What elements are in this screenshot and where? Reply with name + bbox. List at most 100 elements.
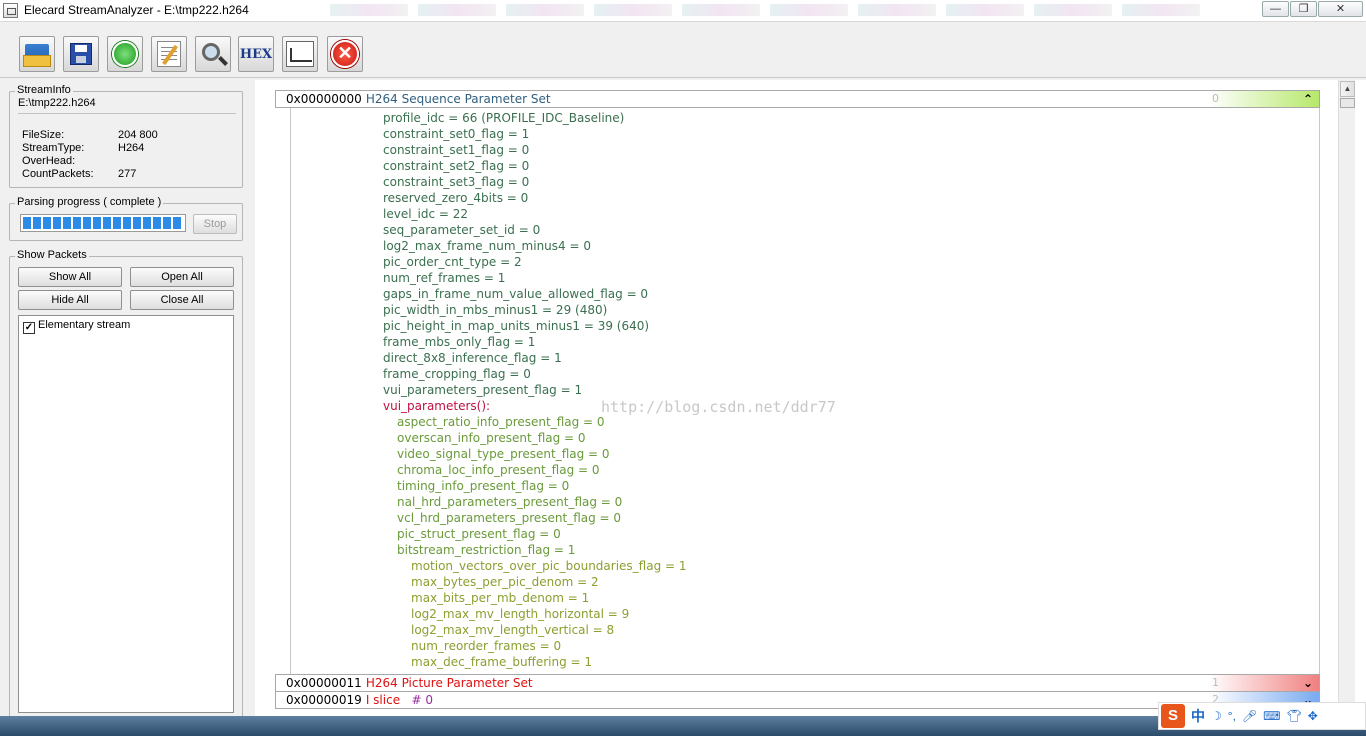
sps-field-line: video_signal_type_present_flag = 0 — [397, 447, 610, 461]
close-all-button[interactable]: Close All — [130, 290, 234, 310]
sps-field-line: nal_hrd_parameters_present_flag = 0 — [397, 495, 623, 509]
parsing-progress-group: Parsing progress ( complete ) Stop — [9, 196, 243, 241]
sps-field-line: frame_mbs_only_flag = 1 — [383, 335, 536, 349]
mic-icon[interactable]: 🎤︎ — [1242, 709, 1257, 723]
edit-button[interactable] — [151, 36, 187, 72]
keyboard-icon[interactable]: ⌨ — [1263, 709, 1280, 723]
graph-button[interactable] — [282, 36, 318, 72]
search-icon — [202, 43, 220, 61]
sps-field-line: constraint_set3_flag = 0 — [383, 175, 530, 189]
sps-field-line: level_idc = 22 — [383, 207, 469, 221]
hex-view-button[interactable]: HEX — [238, 36, 274, 72]
sps-field-line: num_ref_frames = 1 — [383, 271, 506, 285]
stream-info-group: StreamInfo E:\tmp222.h264 FileSize: 204 8… — [9, 84, 243, 188]
tools-icon[interactable]: ✥ — [1308, 709, 1318, 723]
sps-field-line: overscan_info_present_flag = 0 — [397, 431, 586, 445]
toolbar: HEX ✕ — [0, 22, 1366, 78]
sps-field-line: max_bits_per_mb_denom = 1 — [411, 591, 590, 605]
sps-field-line: seq_parameter_set_id = 0 — [383, 223, 541, 237]
collapse-icon[interactable]: ⌃ — [1303, 91, 1313, 107]
close-button[interactable]: ✕ — [1318, 1, 1363, 17]
sps-field-line: log2_max_mv_length_vertical = 8 — [411, 623, 615, 637]
packet-extra: # 0 — [411, 693, 434, 707]
stream-path: E:\tmp222.h264 — [18, 94, 236, 114]
tree-item-elementary-stream[interactable]: ✓ Elementary stream — [23, 319, 130, 334]
scroll-thumb[interactable] — [1340, 98, 1355, 108]
shirt-icon[interactable]: 👕︎ — [1286, 709, 1301, 723]
packet-header[interactable]: 0x00000011 H264 Picture Parameter Set 1 ⌄ — [275, 674, 1320, 692]
edit-icon — [157, 41, 181, 67]
sps-field-line: pic_struct_present_flag = 0 — [397, 527, 561, 541]
show-packets-title: Show Packets — [15, 249, 89, 261]
sps-field-line: direct_8x8_inference_flag = 1 — [383, 351, 562, 365]
scroll-up-icon[interactable]: ▲ — [1340, 81, 1355, 97]
background-taskbar-ghost — [330, 4, 1200, 18]
sogou-logo-icon[interactable]: S — [1161, 704, 1185, 728]
save-button[interactable] — [63, 36, 99, 72]
packet-index: 1 — [1212, 676, 1219, 689]
elementary-stream-checkbox[interactable]: ✓ — [23, 322, 35, 334]
packet-tree[interactable]: ✓ Elementary stream — [18, 315, 234, 713]
punctuation-icon[interactable]: °, — [1228, 709, 1236, 723]
search-button[interactable] — [195, 36, 231, 72]
window-title: Elecard StreamAnalyzer - E:\tmp222.h264 — [24, 3, 249, 17]
sps-field-line: vui_parameters_present_flag = 1 — [383, 383, 583, 397]
show-all-button[interactable]: Show All — [18, 267, 122, 287]
packet-index: 0 — [1212, 92, 1219, 105]
sps-field-line: reserved_zero_4bits = 0 — [383, 191, 529, 205]
sps-field-line: pic_width_in_mbs_minus1 = 29 (480) — [383, 303, 608, 317]
packet-address: 0x00000000 — [286, 92, 362, 106]
open-all-button[interactable]: Open All — [130, 267, 234, 287]
stop-button[interactable]: ✕ — [327, 36, 363, 72]
packet-name: H264 Sequence Parameter Set — [365, 92, 551, 106]
sps-field-line: chroma_loc_info_present_flag = 0 — [397, 463, 600, 477]
open-file-button[interactable] — [19, 36, 55, 72]
sps-field-line: constraint_set1_flag = 0 — [383, 143, 530, 157]
hide-all-button[interactable]: Hide All — [18, 290, 122, 310]
sps-field-line: frame_cropping_flag = 0 — [383, 367, 531, 381]
open-file-icon — [23, 44, 51, 67]
ime-language-toggle[interactable]: 中 — [1191, 706, 1205, 726]
sps-field-line: log2_max_mv_length_horizontal = 9 — [411, 607, 630, 621]
graph-icon — [286, 41, 314, 67]
save-icon — [70, 43, 92, 65]
packet-name: H264 Picture Parameter Set — [365, 676, 533, 690]
info-row-overhead: OverHead: — [22, 155, 76, 167]
sps-field-line: constraint_set2_flag = 0 — [383, 159, 530, 173]
sps-field-line: num_reorder_frames = 0 — [411, 639, 562, 653]
parsing-progress-bar — [20, 214, 186, 232]
sps-field-line: bitstream_restriction_flag = 1 — [397, 543, 576, 557]
watermark: http://blog.csdn.net/ddr77 — [601, 398, 836, 416]
expand-icon[interactable]: ⌄ — [1303, 675, 1313, 691]
packet-header[interactable]: 0x00000000 H264 Sequence Parameter Set 0 … — [275, 90, 1320, 108]
sps-field-line: vui_parameters(): — [383, 399, 491, 413]
info-row-countpackets: CountPackets: 277 — [22, 168, 137, 180]
sps-field-line: gaps_in_frame_num_value_allowed_flag = 0 — [383, 287, 649, 301]
show-packets-group: Show Packets Show All Open All Hide All … — [9, 249, 243, 720]
stop-parsing-button[interactable]: Stop — [193, 214, 237, 234]
refresh-icon — [112, 41, 138, 67]
hex-icon: HEX — [239, 46, 273, 62]
info-row-streamtype: StreamType: H264 — [22, 142, 145, 154]
maximize-button[interactable]: ❐ — [1290, 1, 1317, 17]
sps-field-line: profile_idc = 66 (PROFILE_IDC_Baseline) — [383, 111, 625, 125]
ime-toolbar: S 中 ☽ °, 🎤︎ ⌨ 👕︎ ✥ — [1158, 702, 1366, 730]
vertical-scrollbar[interactable]: ▲ — [1338, 80, 1355, 716]
sps-field-line: constraint_set0_flag = 1 — [383, 127, 530, 141]
packet-view[interactable]: 0x00000000 H264 Sequence Parameter Set 0 … — [255, 80, 1366, 716]
parsing-progress-title: Parsing progress ( complete ) — [15, 196, 164, 208]
minimize-button[interactable]: — — [1262, 1, 1289, 17]
refresh-button[interactable] — [107, 36, 143, 72]
sps-field-line: timing_info_present_flag = 0 — [397, 479, 570, 493]
stop-icon: ✕ — [331, 40, 359, 68]
left-panel: StreamInfo E:\tmp222.h264 FileSize: 204 8… — [0, 78, 248, 736]
sps-field-line: max_dec_frame_buffering = 1 — [411, 655, 593, 669]
moon-icon[interactable]: ☽ — [1211, 709, 1222, 723]
sps-field-line: vcl_hrd_parameters_present_flag = 0 — [397, 511, 622, 525]
info-row-filesize: FileSize: 204 800 — [22, 129, 158, 141]
sps-field-line: aspect_ratio_info_present_flag = 0 — [397, 415, 605, 429]
sps-field-line: pic_height_in_map_units_minus1 = 39 (640… — [383, 319, 650, 333]
title-bar: Elecard StreamAnalyzer - E:\tmp222.h264 … — [0, 0, 1366, 22]
sps-field-line: pic_order_cnt_type = 2 — [383, 255, 522, 269]
sps-field-line: max_bytes_per_pic_denom = 2 — [411, 575, 599, 589]
